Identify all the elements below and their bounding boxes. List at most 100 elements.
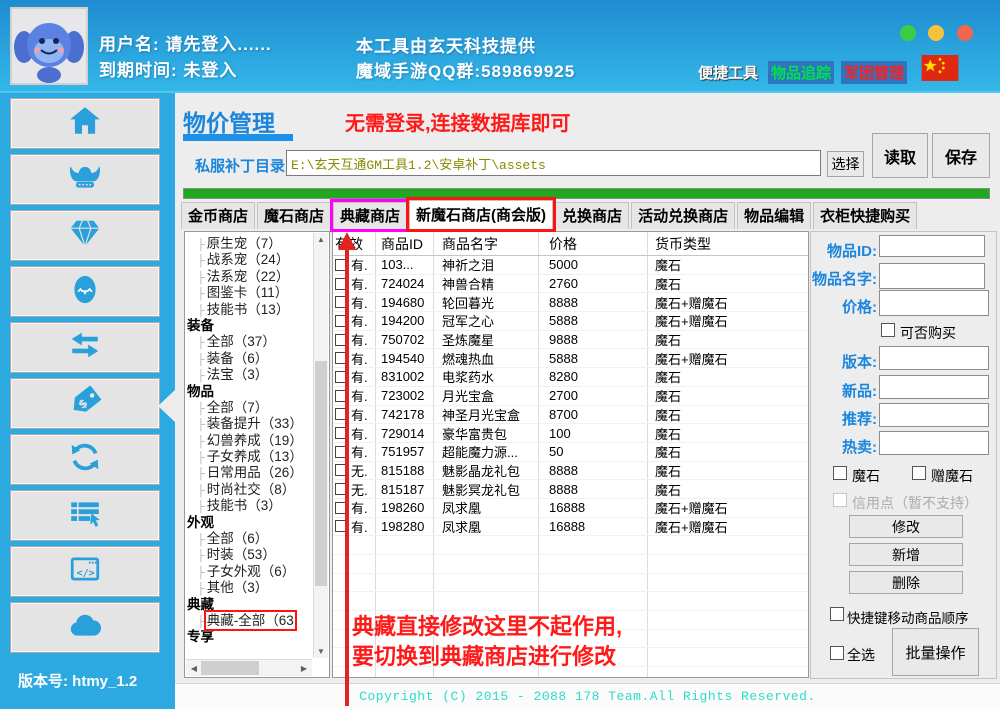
tree-item[interactable]: ├时装（53） <box>187 547 312 563</box>
legion-manage-link[interactable]: 军团管理 <box>841 61 907 84</box>
tree-item[interactable]: ├法系宠（22） <box>187 269 312 285</box>
table-row[interactable]: 有.724024神兽合精2760魔石 <box>333 275 808 294</box>
tree-item[interactable]: 专享 <box>187 629 312 645</box>
tree-item[interactable]: ├幻兽养成（19） <box>187 433 312 449</box>
tree-item[interactable]: ├典藏-全部（63 <box>187 613 312 629</box>
buyable-checkbox[interactable] <box>881 323 895 337</box>
item-id-input[interactable] <box>879 235 985 257</box>
recommend-input[interactable] <box>879 403 989 427</box>
price-input[interactable] <box>879 290 989 316</box>
scroll-down-icon[interactable]: ▼ <box>314 645 328 658</box>
quick-tools-link[interactable]: 便捷工具 <box>695 61 761 84</box>
table-edit-button[interactable] <box>10 490 160 541</box>
save-button[interactable]: 保存 <box>932 133 990 178</box>
tree-item[interactable]: 典藏 <box>187 597 312 613</box>
table-row[interactable] <box>333 574 808 593</box>
tab-new-magic-stone-shop[interactable]: 新魔石商店(商会版) <box>409 200 553 229</box>
gift-magic-stone-checkbox[interactable] <box>912 466 926 480</box>
tab-exchange-shop[interactable]: 兑换商店 <box>555 202 629 229</box>
tree-item[interactable]: ├装备（6） <box>187 351 312 367</box>
tree-horizontal-scrollbar[interactable]: ◀ ▶ <box>186 659 312 676</box>
tree-item[interactable]: 装备 <box>187 318 312 334</box>
red-dot-icon[interactable] <box>957 25 973 41</box>
table-row[interactable]: 有.742178神圣月光宝盒8700魔石 <box>333 406 808 425</box>
select-all-checkbox[interactable] <box>830 646 844 660</box>
tree-item[interactable]: ├原生宠（7） <box>187 236 312 252</box>
tab-wardrobe-quick-buy[interactable]: 衣柜快捷购买 <box>813 202 917 229</box>
tree-item[interactable]: ├法宝（3） <box>187 367 312 383</box>
table-row[interactable]: 有.750702圣炼魔星9888魔石 <box>333 331 808 350</box>
tree-item[interactable]: ├技能书（3） <box>187 498 312 514</box>
tree-item[interactable]: ├子女养成（13） <box>187 449 312 465</box>
tree-item[interactable]: ├其他（3） <box>187 580 312 596</box>
tree-item[interactable]: ├战系宠（24） <box>187 252 312 268</box>
item-name-input[interactable] <box>879 263 985 289</box>
tree-item[interactable]: ├子女外观（6） <box>187 564 312 580</box>
scroll-up-icon[interactable]: ▲ <box>314 233 328 246</box>
column-header[interactable]: 商品ID <box>376 232 434 255</box>
code-window-button[interactable]: </> <box>10 546 160 597</box>
avatar[interactable] <box>10 7 88 85</box>
home-button[interactable] <box>10 98 160 149</box>
patch-dir-input[interactable] <box>286 150 821 176</box>
table-row[interactable]: 有.198280凤求凰16888魔石+赠魔石 <box>333 518 808 537</box>
tree-item[interactable]: 外观 <box>187 515 312 531</box>
delete-button[interactable]: 删除 <box>849 571 963 594</box>
egg-button[interactable] <box>10 266 160 317</box>
column-header[interactable]: 商品名字 <box>434 232 539 255</box>
table-row[interactable]: 无.815188魅影晶龙礼包8888魔石 <box>333 462 808 481</box>
tree-item[interactable]: ├全部（37） <box>187 334 312 350</box>
table-row[interactable]: 有.729014豪华富贵包100魔石 <box>333 424 808 443</box>
scroll-thumb[interactable] <box>315 361 327 586</box>
cloud-button[interactable] <box>10 602 160 653</box>
scroll-left-icon[interactable]: ◀ <box>188 661 200 675</box>
table-row[interactable]: 无.815187魅影冥龙礼包8888魔石 <box>333 480 808 499</box>
tab-magic-stone-shop[interactable]: 魔石商店 <box>257 202 331 229</box>
tree-item[interactable]: ├装备提升（33） <box>187 416 312 432</box>
table-row[interactable] <box>333 555 808 574</box>
tab-activity-exchange-shop[interactable]: 活动兑换商店 <box>631 202 735 229</box>
table-row[interactable]: 有.103...神祈之泪5000魔石 <box>333 256 808 275</box>
item-tracking-link[interactable]: 物品追踪 <box>768 61 834 84</box>
column-header[interactable]: 价格 <box>539 232 648 255</box>
yellow-dot-icon[interactable] <box>928 25 944 41</box>
scroll-thumb[interactable] <box>201 661 259 675</box>
tab-gold-shop[interactable]: 金币商店 <box>181 202 255 229</box>
tree-vertical-scrollbar[interactable]: ▲ ▼ <box>313 233 328 658</box>
tree-item[interactable]: 物品 <box>187 384 312 400</box>
tree-item[interactable]: ├日常用品（26） <box>187 465 312 481</box>
table-row[interactable] <box>333 536 808 555</box>
batch-operation-button[interactable]: 批量操作 <box>892 628 979 676</box>
tree-item[interactable]: ├全部（7） <box>187 400 312 416</box>
tree-item[interactable]: ├图鉴卡（11） <box>187 285 312 301</box>
table-row[interactable]: 有.194680轮回暮光8888魔石+赠魔石 <box>333 293 808 312</box>
hotkey-move-checkbox[interactable] <box>830 607 844 621</box>
table-row[interactable]: 有.194540燃魂热血5888魔石+赠魔石 <box>333 349 808 368</box>
diamond-button[interactable] <box>10 210 160 261</box>
table-row[interactable]: 有.198260凤求凰16888魔石+赠魔石 <box>333 499 808 518</box>
add-button[interactable]: 新增 <box>849 543 963 566</box>
hot-input[interactable] <box>879 431 989 455</box>
modify-button[interactable]: 修改 <box>849 515 963 538</box>
tree-item[interactable]: ├时尚社交（8） <box>187 482 312 498</box>
table-row[interactable]: 有.723002月光宝盒2700魔石 <box>333 387 808 406</box>
tree-item[interactable]: ├技能书（13） <box>187 302 312 318</box>
exchange-arrows-button[interactable] <box>10 322 160 373</box>
tree-item[interactable]: ├全部（6） <box>187 531 312 547</box>
new-input[interactable] <box>879 375 989 399</box>
table-row[interactable]: 有.831002电浆药水8280魔石 <box>333 368 808 387</box>
read-button[interactable]: 读取 <box>872 133 928 178</box>
scroll-right-icon[interactable]: ▶ <box>298 661 310 675</box>
version-input[interactable] <box>879 346 989 370</box>
choose-button[interactable]: 选择 <box>827 151 864 177</box>
tab-collection-shop[interactable]: 典藏商店 <box>333 202 407 229</box>
tab-item-edit[interactable]: 物品编辑 <box>737 202 811 229</box>
column-header[interactable]: 货币类型 <box>648 232 808 255</box>
table-row[interactable]: 有.194200冠军之心5888魔石+赠魔石 <box>333 312 808 331</box>
table-row[interactable]: 有.751957超能魔力源...50魔石 <box>333 443 808 462</box>
green-dot-icon[interactable] <box>900 25 916 41</box>
viking-helmet-button[interactable] <box>10 154 160 205</box>
refresh-button[interactable] <box>10 434 160 485</box>
magic-stone-checkbox[interactable] <box>833 466 847 480</box>
price-tag-button[interactable]: $ <box>10 378 160 429</box>
